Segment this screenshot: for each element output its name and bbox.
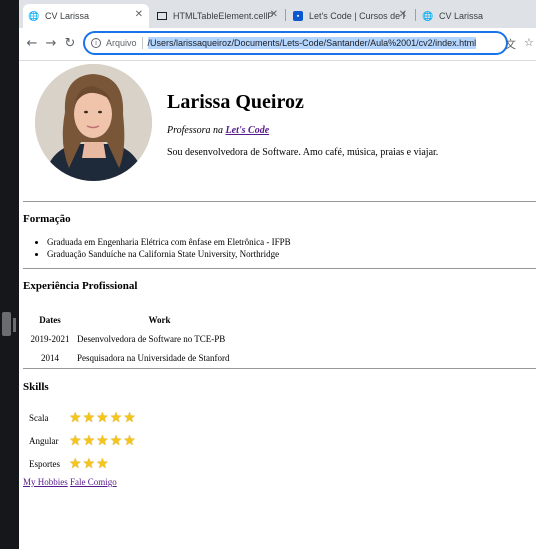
close-icon[interactable]: ✕ — [270, 9, 278, 20]
experience-table: Dates Work 2019-2021 Desenvolvedora de S… — [23, 310, 242, 367]
omnibox-divider — [141, 37, 143, 49]
page-content: Larissa Queiroz Professora na Let's Code… — [19, 61, 536, 549]
star-icon: ★ — [123, 433, 136, 449]
tab-title: CV Larissa — [45, 11, 90, 21]
close-icon[interactable]: ✕ — [135, 9, 143, 20]
skill-name: Esportes — [29, 459, 60, 469]
star-icon: ★ — [123, 410, 136, 426]
lets-code-link[interactable]: Let's Code — [226, 125, 270, 136]
skill-row-esportes: Esportes ★★★ — [29, 456, 110, 472]
fale-comigo-link[interactable]: Fale Comigo — [70, 477, 117, 487]
column-header: Work — [148, 314, 171, 325]
tab-htmltableelement[interactable]: HTMLTableElement.cellPadd ✕ — [151, 4, 284, 28]
reload-icon[interactable]: ↻ — [61, 34, 79, 52]
letscode-icon: ▪ — [293, 11, 303, 21]
star-icon: ★ — [96, 456, 109, 472]
list-item: Graduada em Engenharia Elétrica com ênfa… — [47, 236, 291, 248]
star-icon: ★ — [82, 456, 96, 472]
tab-separator — [415, 9, 416, 21]
table-cell: Pesquisadora na Universidade de Stanford — [77, 352, 230, 363]
star-icon: ★ — [96, 433, 109, 449]
skill-rating: ★★★★★ — [69, 410, 137, 426]
forward-arrow-icon[interactable]: → — [42, 34, 60, 52]
skills-heading: Skills — [23, 381, 49, 393]
profile-bio: Sou desenvolvedora de Software. Amo café… — [167, 147, 439, 158]
star-icon: ★ — [82, 433, 96, 449]
table-header-row: Dates Work — [23, 310, 242, 329]
column-header: Dates — [39, 314, 61, 325]
star-icon: ★ — [69, 456, 82, 472]
skill-row-angular: Angular ★★★★★ — [29, 433, 137, 449]
star-icon: ★ — [109, 410, 123, 426]
back-arrow-icon[interactable]: ← — [23, 34, 41, 52]
bookmark-star-icon[interactable]: ☆ — [524, 36, 534, 49]
star-icon: ★ — [69, 410, 82, 426]
star-icon: ★ — [82, 410, 96, 426]
skill-row-scala: Scala ★★★★★ — [29, 410, 137, 426]
tab-title: HTMLTableElement.cellPadd — [173, 11, 273, 21]
url-text[interactable]: /Users/larissaqueiroz/Documents/Lets-Cod… — [147, 37, 477, 49]
role-prefix: Professora na — [167, 125, 224, 136]
table-cell: 2019-2021 — [30, 333, 70, 344]
my-hobbies-link[interactable]: My Hobbies — [23, 477, 68, 487]
footer-links: My Hobbies Fale Comigo — [23, 477, 117, 487]
tab-cv-larissa[interactable]: 🌐 CV Larissa ✕ — [23, 4, 149, 28]
divider — [23, 268, 536, 269]
table-cell: Desenvolvedora de Software no TCE-PB — [77, 333, 226, 344]
info-icon[interactable]: i — [91, 38, 101, 48]
education-list: Graduada em Engenharia Elétrica com ênfa… — [23, 236, 291, 260]
skill-rating: ★★★ — [69, 456, 110, 472]
mdn-icon — [157, 12, 167, 20]
tab-separator — [285, 9, 286, 21]
translate-icon[interactable]: 文 — [505, 36, 516, 52]
address-bar[interactable]: i Arquivo /Users/larissaqueiroz/Document… — [83, 31, 508, 55]
close-icon[interactable]: ✕ — [399, 9, 407, 20]
profile-photo — [35, 64, 152, 181]
education-heading: Formação — [23, 213, 71, 225]
list-item: Graduação Sanduíche na California State … — [47, 248, 291, 260]
profile-role: Professora na Let's Code — [167, 125, 269, 136]
star-icon: ★ — [69, 433, 82, 449]
tab-cv-larissa-2[interactable]: 🌐 CV Larissa — [417, 4, 536, 28]
table-row: 2019-2021 Desenvolvedora de Software no … — [23, 329, 242, 348]
scheme-label: Arquivo — [106, 38, 137, 48]
skill-name: Scala — [29, 413, 49, 423]
profile-name: Larissa Queiroz — [167, 91, 304, 113]
browser-toolbar: ← → ↻ i Arquivo /Users/larissaqueiroz/Do… — [19, 28, 536, 61]
tab-title: CV Larissa — [439, 11, 484, 21]
star-icon: ★ — [109, 433, 123, 449]
star-icon: ★ — [96, 410, 109, 426]
divider — [23, 201, 536, 202]
resize-handle[interactable] — [2, 312, 11, 336]
divider — [23, 368, 536, 369]
skill-rating: ★★★★★ — [69, 433, 137, 449]
experience-heading: Experiência Profissional — [23, 280, 138, 292]
resize-handle-grip[interactable] — [13, 318, 16, 332]
table-row: 2014 Pesquisadora na Universidade de Sta… — [23, 348, 242, 367]
tab-strip: 🌐 CV Larissa ✕ HTMLTableElement.cellPadd… — [19, 0, 536, 28]
tab-lets-code[interactable]: ▪ Let's Code | Cursos de Prog ✕ — [287, 4, 413, 28]
skill-name: Angular — [29, 436, 59, 446]
globe-icon: 🌐 — [422, 10, 434, 21]
table-cell: 2014 — [41, 352, 59, 363]
globe-icon: 🌐 — [28, 10, 40, 21]
tab-title: Let's Code | Cursos de Prog — [309, 11, 405, 21]
left-sidebar — [0, 0, 19, 549]
